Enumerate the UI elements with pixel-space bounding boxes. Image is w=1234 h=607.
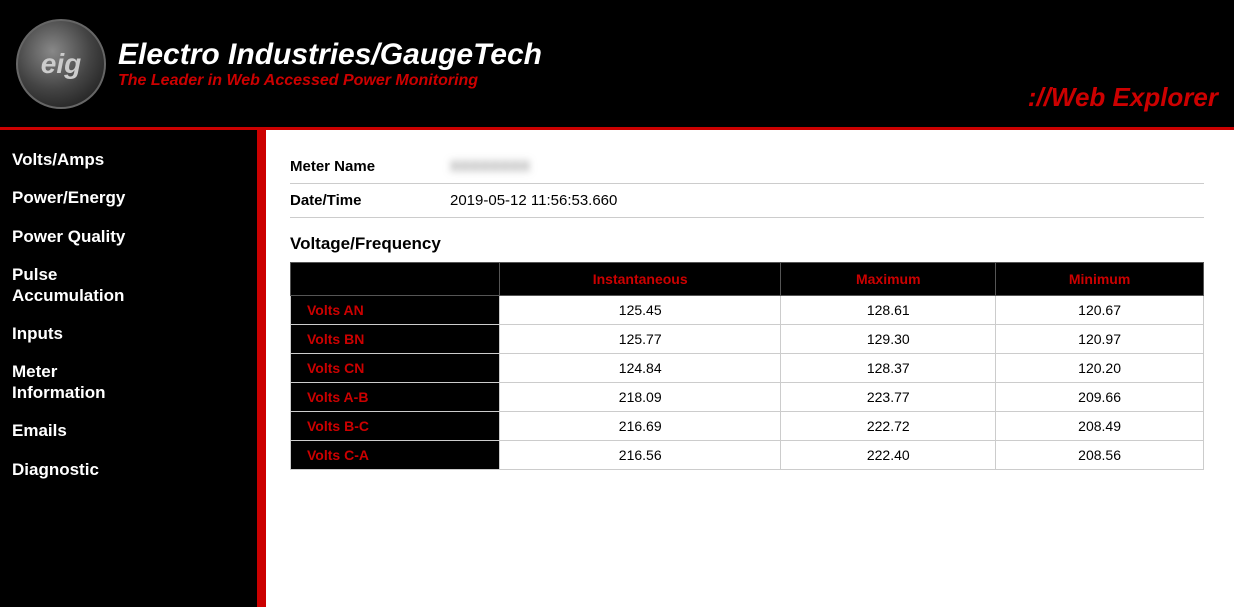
row-instantaneous: 218.09 (499, 383, 780, 412)
sidebar-item-meter-information[interactable]: MeterInformation (12, 362, 245, 403)
datetime-row: Date/Time 2019-05-12 11:56:53.660 (290, 184, 1204, 218)
row-minimum: 120.97 (996, 325, 1204, 354)
sidebar-item-power-energy[interactable]: Power/Energy (12, 188, 245, 208)
datetime-label: Date/Time (290, 192, 430, 209)
sidebar-item-power-quality[interactable]: Power Quality (12, 227, 245, 247)
row-minimum: 208.49 (996, 412, 1204, 441)
row-label: Volts B-C (291, 412, 500, 441)
sidebar-item-emails[interactable]: Emails (12, 421, 245, 441)
row-maximum: 222.72 (781, 412, 996, 441)
row-instantaneous: 216.69 (499, 412, 780, 441)
table-row: Volts C-A216.56222.40208.56 (291, 441, 1204, 470)
app-title: Web Explorer (1051, 82, 1218, 112)
sidebar-item-pulse-accumulation[interactable]: PulseAccumulation (12, 265, 245, 306)
table-header-instantaneous: Instantaneous (499, 263, 780, 296)
logo-text: Electro Industries/GaugeTech The Leader … (118, 38, 542, 90)
table-row: Volts BN125.77129.30120.97 (291, 325, 1204, 354)
meter-name-value: XXXXXXXX (450, 158, 530, 175)
content-area: Meter Name XXXXXXXX Date/Time 2019-05-12… (260, 130, 1234, 607)
table-header-minimum: Minimum (996, 263, 1204, 296)
row-maximum: 129.30 (781, 325, 996, 354)
table-header-maximum: Maximum (781, 263, 996, 296)
logo-area: eig Electro Industries/GaugeTech The Lea… (16, 19, 542, 109)
row-label: Volts BN (291, 325, 500, 354)
row-maximum: 222.40 (781, 441, 996, 470)
meter-name-row: Meter Name XXXXXXXX (290, 150, 1204, 184)
row-instantaneous: 125.45 (499, 296, 780, 325)
row-label: Volts CN (291, 354, 500, 383)
company-name: Electro Industries/GaugeTech (118, 38, 542, 72)
app-prefix: :// (1028, 82, 1051, 112)
row-instantaneous: 124.84 (499, 354, 780, 383)
company-tagline: The Leader in Web Accessed Power Monitor… (118, 72, 542, 90)
row-instantaneous: 216.56 (499, 441, 780, 470)
table-header-empty (291, 263, 500, 296)
row-maximum: 223.77 (781, 383, 996, 412)
sidebar-item-inputs[interactable]: Inputs (12, 324, 245, 344)
row-minimum: 120.67 (996, 296, 1204, 325)
row-maximum: 128.61 (781, 296, 996, 325)
sidebar-item-diagnostic[interactable]: Diagnostic (12, 460, 245, 480)
meter-name-label: Meter Name (290, 158, 430, 175)
table-row: Volts B-C216.69222.72208.49 (291, 412, 1204, 441)
datetime-value: 2019-05-12 11:56:53.660 (450, 192, 617, 209)
row-minimum: 120.20 (996, 354, 1204, 383)
main-layout: Volts/Amps Power/Energy Power Quality Pu… (0, 130, 1234, 607)
row-minimum: 209.66 (996, 383, 1204, 412)
app-name: ://Web Explorer (1028, 82, 1218, 119)
voltage-frequency-title: Voltage/Frequency (290, 234, 1204, 254)
logo-icon: eig (16, 19, 106, 109)
table-row: Volts AN125.45128.61120.67 (291, 296, 1204, 325)
row-label: Volts A-B (291, 383, 500, 412)
table-row: Volts CN124.84128.37120.20 (291, 354, 1204, 383)
row-maximum: 128.37 (781, 354, 996, 383)
row-minimum: 208.56 (996, 441, 1204, 470)
row-label: Volts AN (291, 296, 500, 325)
header: eig Electro Industries/GaugeTech The Lea… (0, 0, 1234, 130)
voltage-table: Instantaneous Maximum Minimum Volts AN12… (290, 262, 1204, 470)
table-row: Volts A-B218.09223.77209.66 (291, 383, 1204, 412)
sidebar: Volts/Amps Power/Energy Power Quality Pu… (0, 130, 260, 607)
sidebar-item-volts-amps[interactable]: Volts/Amps (12, 150, 245, 170)
row-instantaneous: 125.77 (499, 325, 780, 354)
row-label: Volts C-A (291, 441, 500, 470)
